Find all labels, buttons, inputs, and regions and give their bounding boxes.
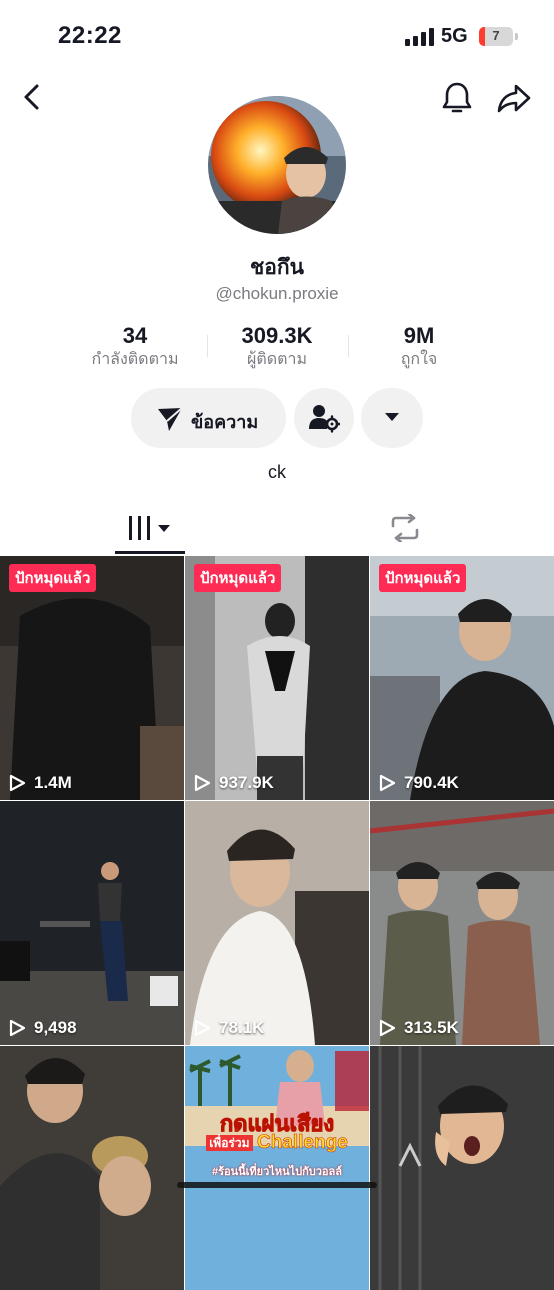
profile-tabs xyxy=(0,500,554,554)
stat-likes[interactable]: 9M ถูกใจ xyxy=(349,322,489,370)
caret-down-icon xyxy=(385,413,399,421)
video-overlay-subtitle-word: Challenge xyxy=(256,1132,348,1154)
chevron-left-icon xyxy=(24,84,39,110)
view-count-value: 790.4K xyxy=(404,773,459,792)
repost-icon xyxy=(391,514,419,542)
stat-followers-label: ผู้ติดตาม xyxy=(246,351,308,368)
stat-following-label: กำลังติดตาม xyxy=(91,351,179,368)
more-options-button[interactable] xyxy=(361,388,423,448)
video-tile[interactable] xyxy=(370,1046,554,1290)
video-tile[interactable]: 78.1K xyxy=(185,801,369,1045)
grid-columns-icon xyxy=(129,516,170,540)
stat-followers-value: 309.3K xyxy=(241,323,313,348)
stat-following[interactable]: 34 กำลังติดตาม xyxy=(65,322,205,370)
video-thumbnail xyxy=(370,801,554,1045)
stat-likes-label: ถูกใจ xyxy=(400,351,438,368)
video-thumbnail xyxy=(370,1046,554,1290)
home-indicator[interactable] xyxy=(177,1182,377,1188)
video-overlay-subtitle: เพื่อร่วม Challenge xyxy=(185,1132,369,1154)
message-button-label: ข้อความ xyxy=(191,412,259,432)
play-icon xyxy=(379,774,396,792)
video-overlay-hashtag: #ร้อนนี้เที่ยวไหนไปกับวอลล์ xyxy=(211,1166,343,1178)
view-count-value: 78.1K xyxy=(219,1018,265,1037)
video-tile[interactable] xyxy=(0,1046,184,1290)
follow-settings-button[interactable] xyxy=(294,388,354,448)
video-thumbnail xyxy=(185,801,369,1045)
video-tile[interactable]: ปักหมุดแล้ว 937.9K xyxy=(185,556,369,800)
active-tab-indicator xyxy=(115,551,185,554)
notifications-button[interactable] xyxy=(440,80,474,116)
video-thumbnail xyxy=(0,1046,184,1290)
pinned-badge: ปักหมุดแล้ว xyxy=(194,564,282,592)
video-thumbnail xyxy=(185,556,369,800)
send-icon xyxy=(158,407,183,431)
play-icon xyxy=(9,774,26,792)
stat-likes-value: 9M xyxy=(403,323,435,348)
battery-tip xyxy=(515,33,518,40)
video-tile[interactable]: กดแผ่นเสียง เพื่อร่วม Challenge #ร้อนนี้… xyxy=(185,1046,369,1290)
bell-icon xyxy=(442,82,472,113)
tab-videos[interactable] xyxy=(115,500,185,554)
play-icon xyxy=(194,1019,211,1037)
stat-followers[interactable]: 309.3K ผู้ติดตาม xyxy=(207,322,347,370)
video-tile[interactable]: 9,498 xyxy=(0,801,184,1045)
stat-following-value: 34 xyxy=(122,323,148,348)
play-icon xyxy=(379,1019,396,1037)
view-count-value: 937.9K xyxy=(219,773,274,792)
back-button[interactable] xyxy=(18,82,48,112)
cellular-signal-icon xyxy=(405,28,435,46)
avatar-image xyxy=(208,96,346,234)
username: @chokun.proxie xyxy=(215,284,339,303)
pinned-badge: ปักหมุดแล้ว xyxy=(379,564,467,592)
battery-icon: 7 xyxy=(479,27,513,46)
network-type: 5G xyxy=(441,25,468,47)
video-thumbnail xyxy=(0,801,184,1045)
status-bar: 22:22 5G 7 xyxy=(0,0,554,72)
play-icon xyxy=(9,1019,26,1037)
display-name: ชอกึน xyxy=(250,256,304,279)
video-tile[interactable]: 313.5K xyxy=(370,801,554,1045)
view-count-value: 1.4M xyxy=(34,773,72,792)
bio: ck xyxy=(268,462,286,482)
video-thumbnail xyxy=(0,556,184,800)
video-overlay-subtitle-prefix: เพื่อร่วม xyxy=(206,1134,253,1151)
avatar[interactable] xyxy=(208,96,346,234)
view-count-value: 313.5K xyxy=(404,1018,459,1037)
view-count-value: 9,498 xyxy=(34,1018,77,1037)
share-arrow-icon xyxy=(497,84,531,113)
video-tile[interactable]: ปักหมุดแล้ว 790.4K xyxy=(370,556,554,800)
video-thumbnail xyxy=(370,556,554,800)
battery-level: 7 xyxy=(492,28,500,43)
share-button[interactable] xyxy=(496,80,532,116)
user-settings-icon xyxy=(309,405,340,433)
pinned-badge: ปักหมุดแล้ว xyxy=(9,564,97,592)
video-tile[interactable]: ปักหมุดแล้ว 1.4M xyxy=(0,556,184,800)
play-icon xyxy=(194,774,211,792)
tab-reposts[interactable] xyxy=(370,500,440,554)
status-time: 22:22 xyxy=(58,22,122,49)
message-button[interactable]: ข้อความ xyxy=(131,388,286,448)
